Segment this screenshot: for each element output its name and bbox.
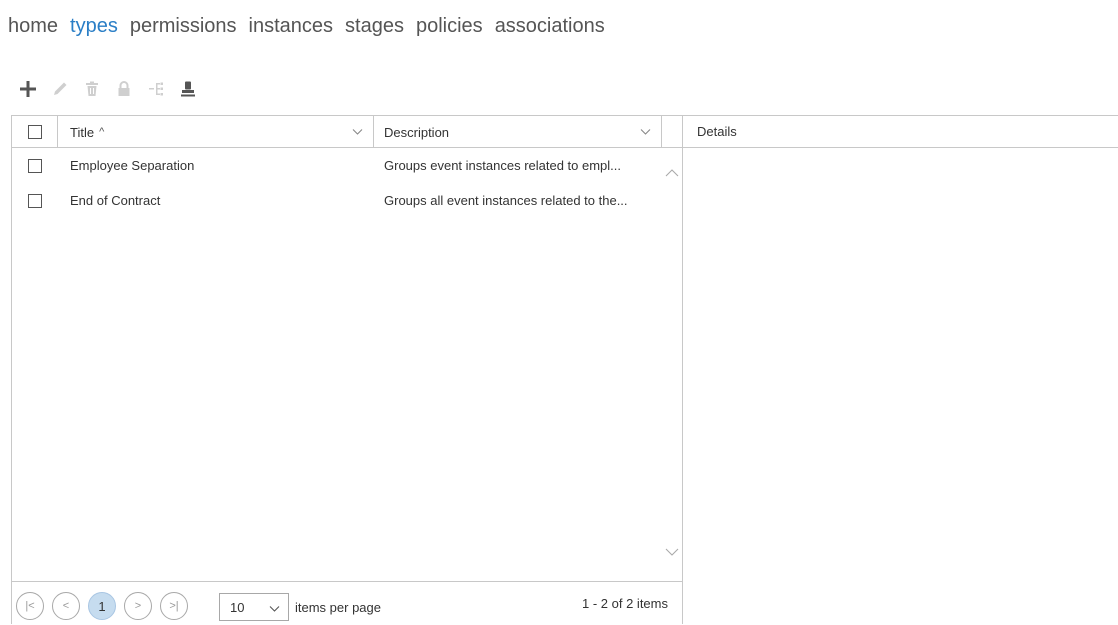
row-description: Groups all event instances related to th… [384, 193, 628, 208]
nav-policies[interactable]: policies [416, 15, 483, 38]
details-header: Details [683, 116, 1118, 148]
description-column-label: Description [384, 124, 450, 140]
permissions-button[interactable] [108, 76, 140, 102]
page-size-value: 10 [230, 599, 245, 615]
description-column-header[interactable]: Description [374, 116, 662, 148]
hierarchy-icon [149, 82, 163, 96]
chevron-down-icon [269, 606, 280, 612]
row-checkbox[interactable] [28, 159, 42, 173]
toolbar [12, 76, 204, 102]
scroll-up-icon[interactable] [665, 168, 679, 178]
scroll-down-icon[interactable] [665, 547, 679, 557]
sort-ascending-icon: ^ [99, 126, 105, 138]
nav-stages[interactable]: stages [345, 15, 404, 38]
last-page-button[interactable]: >| [160, 592, 188, 620]
row-title: End of Contract [70, 193, 161, 208]
items-per-page-label: items per page [295, 600, 381, 615]
nav-permissions[interactable]: permissions [130, 15, 237, 38]
title-column-label: Title [70, 124, 95, 140]
nav-associations[interactable]: associations [495, 15, 605, 38]
chevron-down-icon[interactable] [640, 126, 651, 137]
pencil-icon [54, 82, 67, 95]
trash-icon [86, 81, 98, 96]
plus-icon [20, 81, 36, 97]
stamp-icon [181, 81, 195, 97]
next-page-button[interactable]: > [124, 592, 152, 620]
chevron-down-icon[interactable] [352, 126, 363, 137]
delete-button[interactable] [76, 76, 108, 102]
edit-button[interactable] [44, 76, 76, 102]
pager: |< < 1 > >| 10 items per page 1 - 2 of 2… [12, 581, 682, 625]
first-page-button[interactable]: |< [16, 592, 44, 620]
details-panel: Details [683, 115, 1118, 624]
row-checkbox[interactable] [28, 194, 42, 208]
title-column-header[interactable]: Title ^ [58, 116, 374, 148]
row-description: Groups event instances related to empl..… [384, 158, 622, 173]
add-button[interactable] [12, 76, 44, 102]
lock-icon [118, 81, 130, 96]
hierarchy-button[interactable] [140, 76, 172, 102]
pager-info: 1 - 2 of 2 items [582, 596, 668, 611]
select-all-cell [12, 116, 58, 148]
select-all-checkbox[interactable] [27, 125, 42, 139]
current-page-button[interactable]: 1 [88, 592, 116, 620]
table-row[interactable]: Employee Separation Groups event instanc… [12, 150, 662, 182]
row-select-cell [12, 150, 58, 182]
nav-home[interactable]: home [8, 15, 58, 38]
nav-instances[interactable]: instances [249, 15, 334, 38]
vertical-scrollbar[interactable] [662, 149, 682, 581]
page-size-select[interactable]: 10 [219, 593, 289, 621]
types-grid: Title ^ Description Employee Separation … [11, 115, 683, 624]
prev-page-button[interactable]: < [52, 592, 80, 620]
row-title: Employee Separation [70, 158, 195, 173]
row-select-cell [12, 185, 58, 217]
top-nav: home types permissions instances stages … [8, 11, 617, 41]
grid-header: Title ^ Description [12, 116, 682, 148]
nav-types[interactable]: types [70, 15, 118, 38]
stamp-button[interactable] [172, 76, 204, 102]
table-row[interactable]: End of Contract Groups all event instanc… [12, 185, 662, 217]
